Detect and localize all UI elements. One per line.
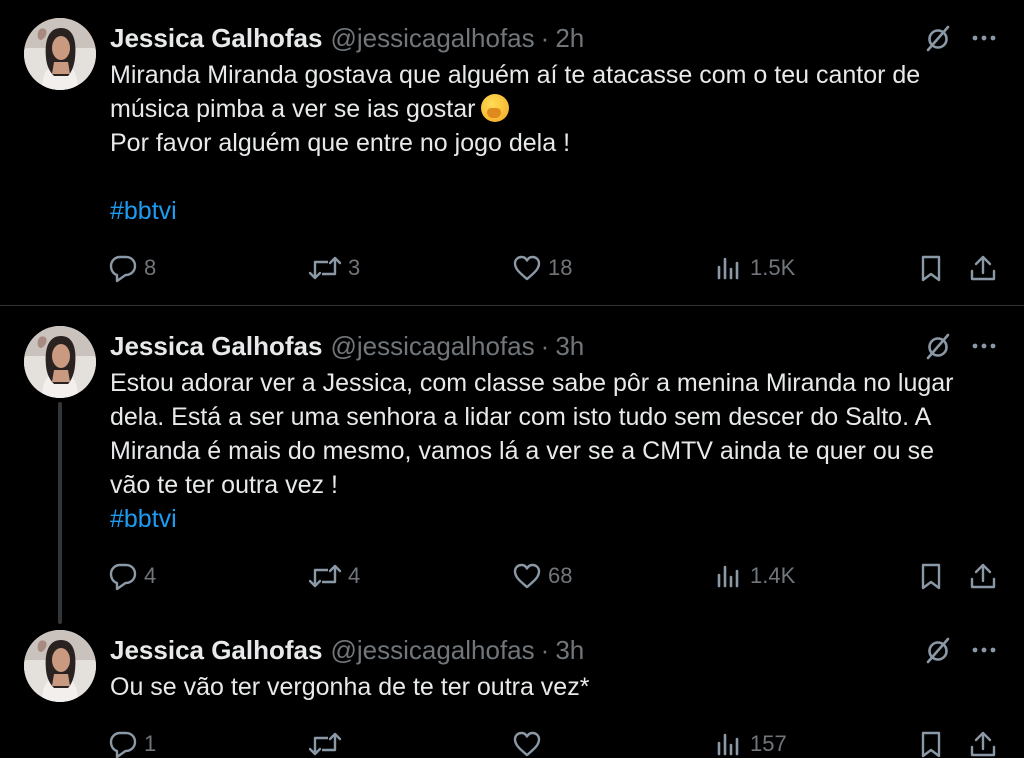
bookmark-icon <box>916 253 946 283</box>
bookmark-button[interactable] <box>916 250 946 286</box>
tweet-text-line: Estou adorar ver a Jessica, com classe s… <box>110 369 954 397</box>
tweet-text-line: dela. Está a ser uma senhora a lidar com… <box>110 403 932 431</box>
more-dots-icon[interactable] <box>970 24 998 52</box>
views-count: 157 <box>750 731 787 756</box>
avatar[interactable] <box>24 630 96 702</box>
retweet-count: 3 <box>348 255 361 280</box>
retweet-button[interactable]: 3 <box>308 250 360 286</box>
like-button[interactable] <box>512 726 548 758</box>
reply-button[interactable]: 8 <box>108 250 156 286</box>
more-dots-icon[interactable] <box>970 636 998 664</box>
separator-dot: · <box>540 634 550 665</box>
tweet-text-line: Miranda é mais do mesmo, vamos lá a ver … <box>110 437 934 465</box>
author-handle[interactable]: @jessicagalhofas <box>330 331 534 362</box>
tweet-1[interactable]: Jessica Galhofas @jessicagalhofas · 2h M… <box>0 0 1024 306</box>
share-button[interactable] <box>968 558 998 594</box>
tweet-3[interactable]: Jessica Galhofas @jessicagalhofas · 3h O… <box>0 620 1024 758</box>
share-upload-icon <box>968 561 998 591</box>
tweet-text: Miranda Miranda gostava que alguém aí te… <box>110 58 1000 228</box>
grok-slash-circle-icon[interactable] <box>924 332 952 360</box>
separator-dot: · <box>540 22 550 53</box>
avatar-image <box>24 630 96 702</box>
timestamp[interactable]: 3h <box>555 331 584 362</box>
tweet-header: Jessica Galhofas @jessicagalhofas · 3h <box>110 328 584 364</box>
views-count: 1.4K <box>750 563 796 588</box>
tweet-text: Ou se vão ter vergonha de te ter outra v… <box>110 670 1000 704</box>
avatar-image <box>24 18 96 90</box>
avatar[interactable] <box>24 326 96 398</box>
tweet-text-line: Miranda Miranda gostava que alguém aí te… <box>110 61 921 89</box>
author-name[interactable]: Jessica Galhofas <box>110 331 322 362</box>
author-name[interactable]: Jessica Galhofas <box>110 635 322 666</box>
face-with-hand-over-mouth-icon <box>481 94 510 122</box>
retweet-icon <box>308 253 342 283</box>
hashtag-link[interactable]: #bbtvi <box>110 194 1000 228</box>
like-button[interactable]: 68 <box>512 558 572 594</box>
views-bars-icon <box>714 561 744 591</box>
tweet-header: Jessica Galhofas @jessicagalhofas · 2h <box>110 20 584 56</box>
retweet-button[interactable]: 4 <box>308 558 360 594</box>
tweet-actions-bar: 8 3 18 1.5K <box>108 250 1004 286</box>
retweet-icon <box>308 729 342 758</box>
tweet-actions-bar: 4 4 68 1.4K <box>108 558 1004 594</box>
tweet-header: Jessica Galhofas @jessicagalhofas · 3h <box>110 632 584 668</box>
tweet-text-fragment: música pimba a ver se ias gostar <box>110 95 476 123</box>
tweet-top-actions <box>924 328 998 364</box>
tweet-text-line: Ou se vão ter vergonha de te ter outra v… <box>110 673 590 701</box>
bookmark-icon <box>916 561 946 591</box>
grok-slash-circle-icon[interactable] <box>924 636 952 664</box>
author-handle[interactable]: @jessicagalhofas <box>330 635 534 666</box>
views-button[interactable]: 157 <box>714 726 787 758</box>
avatar-image <box>24 326 96 398</box>
tweet-text-line: vão te ter outra vez ! <box>110 471 338 499</box>
share-upload-icon <box>968 729 998 758</box>
heart-icon <box>512 729 542 758</box>
author-name[interactable]: Jessica Galhofas <box>110 23 322 54</box>
views-bars-icon <box>714 729 744 758</box>
views-button[interactable]: 1.4K <box>714 558 795 594</box>
tweet-text-line: Por favor alguém que entre no jogo dela … <box>110 129 571 157</box>
views-count: 1.5K <box>750 255 796 280</box>
reply-bubble-icon <box>108 729 138 758</box>
tweet-2[interactable]: Jessica Galhofas @jessicagalhofas · 3h E… <box>0 306 1024 620</box>
tweet-top-actions <box>924 20 998 56</box>
author-handle[interactable]: @jessicagalhofas <box>330 23 534 54</box>
heart-icon <box>512 253 542 283</box>
timestamp[interactable]: 2h <box>555 23 584 54</box>
separator-dot: · <box>540 330 550 361</box>
share-upload-icon <box>968 253 998 283</box>
tweet-top-actions <box>924 632 998 668</box>
reply-bubble-icon <box>108 253 138 283</box>
views-bars-icon <box>714 253 744 283</box>
timestamp[interactable]: 3h <box>555 635 584 666</box>
heart-icon <box>512 561 542 591</box>
share-button[interactable] <box>968 250 998 286</box>
tweet-actions-bar: 1 157 <box>108 726 1004 758</box>
grok-slash-circle-icon[interactable] <box>924 24 952 52</box>
views-button[interactable]: 1.5K <box>714 250 795 286</box>
like-count: 18 <box>548 255 573 280</box>
share-button[interactable] <box>968 726 998 758</box>
reply-bubble-icon <box>108 561 138 591</box>
tweet-text-line: música pimba a ver se ias gostar <box>110 92 1000 126</box>
avatar[interactable] <box>24 18 96 90</box>
hashtag-link[interactable]: #bbtvi <box>110 502 1000 536</box>
reply-count: 4 <box>144 563 157 588</box>
reply-count: 1 <box>144 731 157 756</box>
tweet-text: Estou adorar ver a Jessica, com classe s… <box>110 366 1000 536</box>
reply-count: 8 <box>144 255 157 280</box>
bookmark-button[interactable] <box>916 726 946 758</box>
reply-button[interactable]: 1 <box>108 726 156 758</box>
like-count: 68 <box>548 563 573 588</box>
reply-button[interactable]: 4 <box>108 558 156 594</box>
retweet-count: 4 <box>348 563 361 588</box>
retweet-icon <box>308 561 342 591</box>
bookmark-icon <box>916 729 946 758</box>
like-button[interactable]: 18 <box>512 250 572 286</box>
retweet-button[interactable] <box>308 726 348 758</box>
more-dots-icon[interactable] <box>970 332 998 360</box>
bookmark-button[interactable] <box>916 558 946 594</box>
